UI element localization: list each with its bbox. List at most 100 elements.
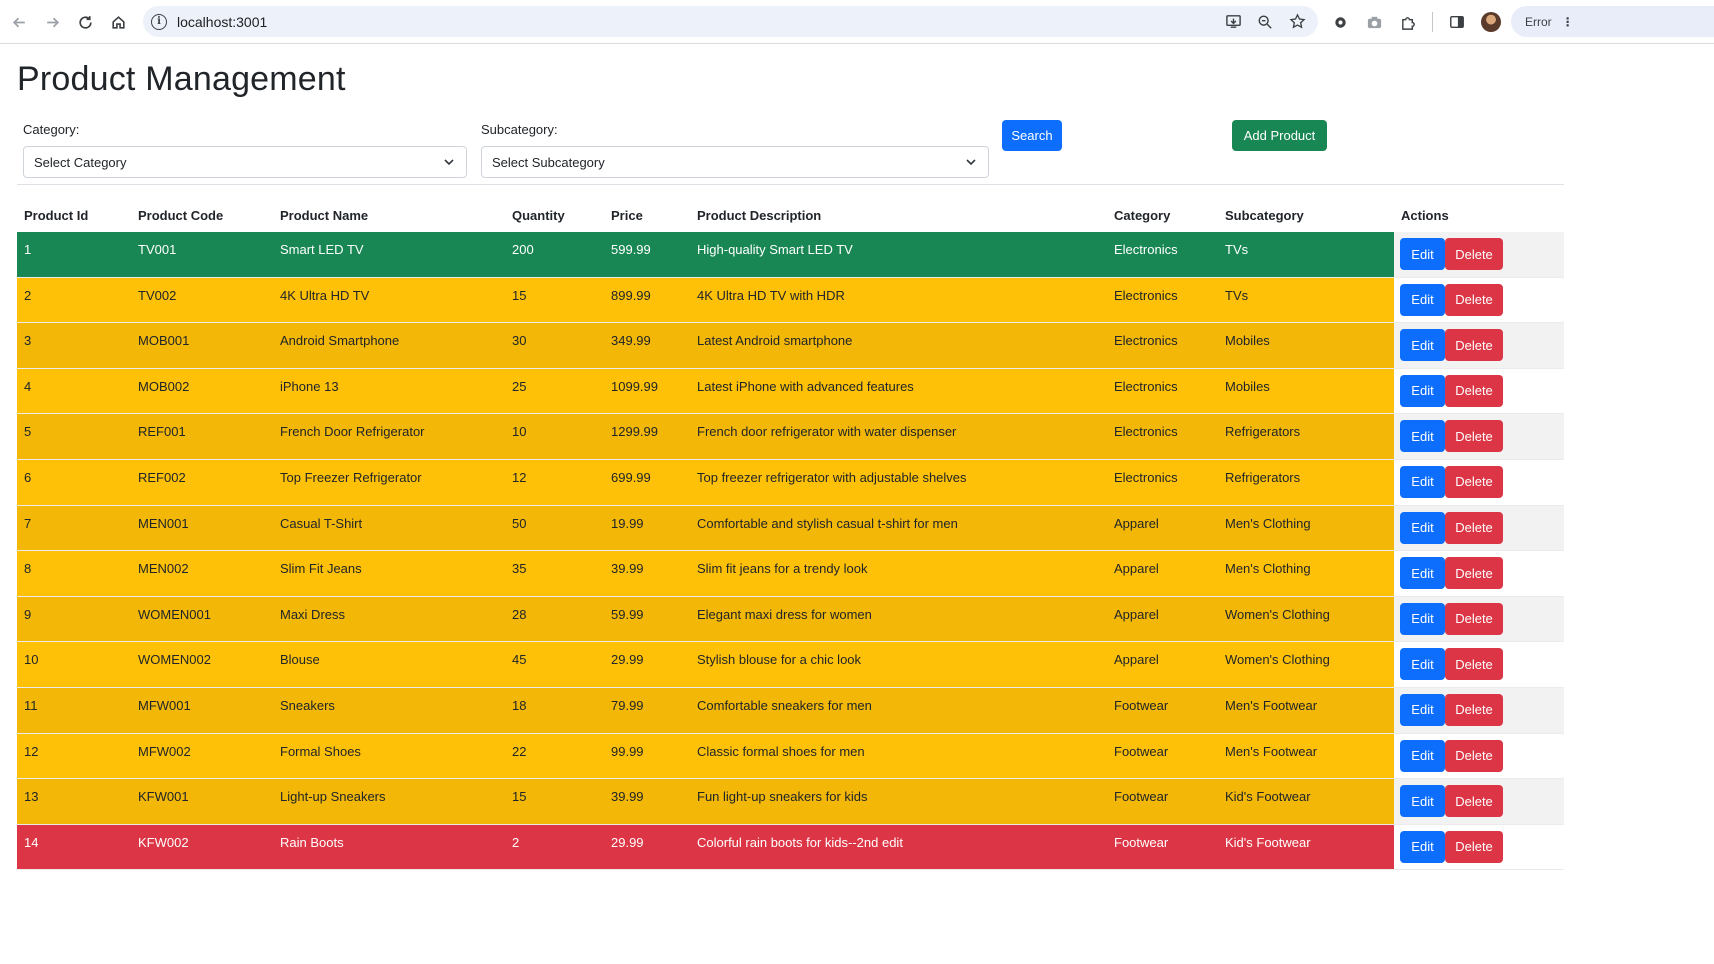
page-title: Product Management bbox=[17, 60, 346, 98]
delete-button[interactable]: Delete bbox=[1445, 739, 1503, 772]
cell-quantity: 2 bbox=[512, 834, 520, 850]
cell-subcategory: Men's Clothing bbox=[1225, 561, 1311, 577]
delete-button[interactable]: Delete bbox=[1445, 693, 1503, 726]
delete-button[interactable]: Delete bbox=[1445, 465, 1503, 498]
home-icon[interactable] bbox=[102, 0, 135, 44]
edit-button[interactable]: Edit bbox=[1400, 238, 1445, 270]
cell-product-name: Casual T-Shirt bbox=[280, 515, 363, 531]
header-quantity: Quantity bbox=[512, 208, 565, 223]
subcategory-select[interactable]: Select Subcategory bbox=[481, 146, 989, 178]
cell-category: Apparel bbox=[1114, 606, 1159, 622]
puzzle-icon[interactable] bbox=[1398, 12, 1418, 32]
edit-button[interactable]: Edit bbox=[1400, 602, 1445, 635]
delete-button[interactable]: Delete bbox=[1445, 511, 1503, 544]
cell-product-description: Latest Android smartphone bbox=[697, 333, 853, 349]
delete-button[interactable]: Delete bbox=[1445, 785, 1503, 818]
table-row: 7 MEN001 Casual T-Shirt 50 19.99 Comfortable … bbox=[17, 505, 1564, 552]
edit-button[interactable]: Edit bbox=[1400, 693, 1445, 726]
bookmark-star-icon[interactable] bbox=[1288, 13, 1306, 31]
extension-gear-icon[interactable] bbox=[1330, 12, 1350, 32]
cell-product-name: Blouse bbox=[280, 652, 320, 668]
cell-subcategory: Refrigerators bbox=[1225, 469, 1301, 485]
cell-subcategory: Men's Clothing bbox=[1225, 515, 1311, 531]
cell-product-code: KFW002 bbox=[138, 834, 189, 850]
cell-product-description: French door refrigerator with water disp… bbox=[697, 424, 957, 440]
delete-button[interactable]: Delete bbox=[1445, 329, 1503, 362]
cell-subcategory: Kid's Footwear bbox=[1225, 789, 1311, 805]
table-row: 14 KFW002 Rain Boots 2 29.99 Colorful rain bo… bbox=[17, 824, 1564, 871]
cell-price: 19.99 bbox=[611, 515, 644, 531]
header-product-name: Product Name bbox=[280, 208, 369, 223]
chevron-down-icon bbox=[966, 159, 976, 166]
cell-product-name: 4K Ultra HD TV bbox=[280, 287, 370, 303]
cell-quantity: 12 bbox=[512, 469, 527, 485]
cell-subcategory: Women's Clothing bbox=[1225, 606, 1330, 622]
search-button[interactable]: Search bbox=[1002, 120, 1062, 151]
cell-quantity: 35 bbox=[512, 561, 527, 577]
edit-button[interactable]: Edit bbox=[1400, 329, 1445, 362]
site-info-icon[interactable]: i bbox=[151, 13, 167, 30]
cell-product-description: Slim fit jeans for a trendy look bbox=[697, 561, 868, 577]
cell-price: 99.99 bbox=[611, 743, 644, 759]
cell-product-name: iPhone 13 bbox=[280, 378, 339, 394]
edit-button[interactable]: Edit bbox=[1400, 511, 1445, 544]
delete-button[interactable]: Delete bbox=[1445, 602, 1503, 635]
cell-product-id: 13 bbox=[24, 789, 39, 805]
category-select[interactable]: Select Category bbox=[23, 146, 467, 178]
profile-error-button[interactable]: Error ⋮ bbox=[1511, 6, 1714, 37]
install-icon[interactable] bbox=[1224, 13, 1242, 31]
header-category: Category bbox=[1114, 208, 1171, 223]
delete-button[interactable]: Delete bbox=[1445, 557, 1503, 590]
cell-product-code: MEN001 bbox=[138, 515, 189, 531]
edit-button[interactable]: Edit bbox=[1400, 648, 1445, 681]
cell-subcategory: Mobiles bbox=[1225, 333, 1270, 349]
cell-product-name: Slim Fit Jeans bbox=[280, 561, 362, 577]
delete-button[interactable]: Delete bbox=[1445, 830, 1503, 863]
edit-button[interactable]: Edit bbox=[1400, 465, 1445, 498]
browser-toolbar: i localhost:3001 Error ⋮ bbox=[0, 0, 1714, 44]
cell-quantity: 10 bbox=[512, 424, 527, 440]
cell-product-code: MEN002 bbox=[138, 561, 189, 577]
forward-icon[interactable] bbox=[36, 0, 69, 44]
delete-button[interactable]: Delete bbox=[1445, 238, 1503, 270]
camera-icon[interactable] bbox=[1364, 12, 1384, 32]
edit-button[interactable]: Edit bbox=[1400, 830, 1445, 863]
delete-button[interactable]: Delete bbox=[1445, 420, 1503, 453]
cell-product-description: Stylish blouse for a chic look bbox=[697, 652, 862, 668]
edit-button[interactable]: Edit bbox=[1400, 283, 1445, 316]
avatar[interactable] bbox=[1481, 12, 1501, 32]
profile-error-label: Error bbox=[1525, 14, 1552, 29]
delete-button[interactable]: Delete bbox=[1445, 374, 1503, 407]
more-icon[interactable]: ⋮ bbox=[1562, 15, 1574, 29]
cell-price: 59.99 bbox=[611, 606, 644, 622]
cell-price: 79.99 bbox=[611, 697, 644, 713]
cell-subcategory: Women's Clothing bbox=[1225, 652, 1330, 668]
edit-button[interactable]: Edit bbox=[1400, 739, 1445, 772]
cell-quantity: 28 bbox=[512, 606, 527, 622]
add-product-button[interactable]: Add Product bbox=[1232, 120, 1327, 151]
cell-product-name: Formal Shoes bbox=[280, 743, 361, 759]
reload-icon[interactable] bbox=[69, 0, 102, 44]
cell-product-code: REF002 bbox=[138, 469, 186, 485]
edit-button[interactable]: Edit bbox=[1400, 374, 1445, 407]
header-price: Price bbox=[611, 208, 643, 223]
delete-button[interactable]: Delete bbox=[1445, 648, 1503, 681]
side-panel-icon[interactable] bbox=[1447, 12, 1467, 32]
edit-button[interactable]: Edit bbox=[1400, 785, 1445, 818]
edit-button[interactable]: Edit bbox=[1400, 420, 1445, 453]
cell-subcategory: Men's Footwear bbox=[1225, 743, 1318, 759]
chevron-down-icon bbox=[444, 159, 454, 166]
cell-product-description: High-quality Smart LED TV bbox=[697, 242, 853, 257]
cell-category: Footwear bbox=[1114, 743, 1169, 759]
header-subcategory: Subcategory bbox=[1225, 208, 1304, 223]
cell-product-code: KFW001 bbox=[138, 789, 189, 805]
edit-button[interactable]: Edit bbox=[1400, 557, 1445, 590]
header-actions: Actions bbox=[1401, 208, 1449, 223]
cell-product-description: Elegant maxi dress for women bbox=[697, 606, 872, 622]
cell-product-code: WOMEN002 bbox=[138, 652, 211, 668]
cell-product-id: 8 bbox=[24, 561, 32, 577]
zoom-icon[interactable] bbox=[1256, 13, 1274, 31]
back-icon[interactable] bbox=[3, 0, 36, 44]
delete-button[interactable]: Delete bbox=[1445, 283, 1503, 316]
address-bar[interactable]: i localhost:3001 bbox=[143, 6, 1318, 37]
